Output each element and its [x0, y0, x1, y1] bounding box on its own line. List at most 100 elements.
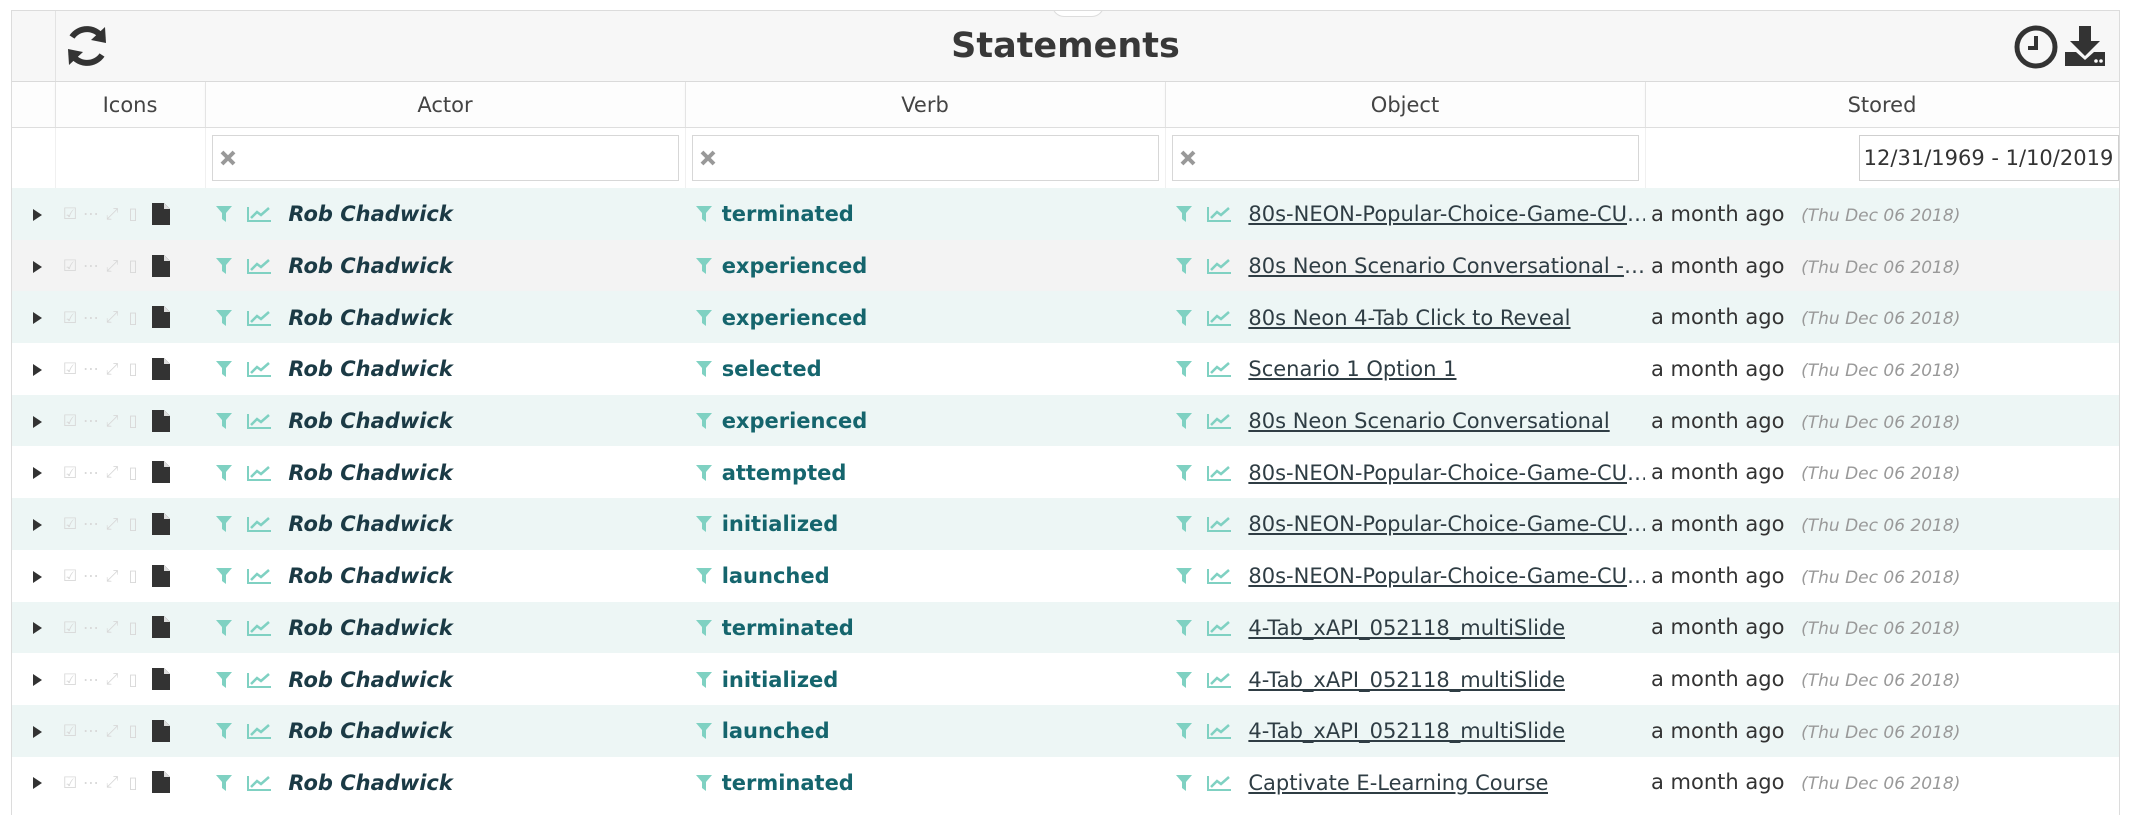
clipboard-icon[interactable]: ▯: [124, 463, 142, 482]
filter-icon[interactable]: [1175, 309, 1193, 327]
header-verb[interactable]: Verb: [685, 82, 1166, 128]
filter-icon[interactable]: [1175, 464, 1193, 482]
expand-arrows-icon[interactable]: ⤢: [103, 566, 121, 586]
object-link[interactable]: Scenario 1 Option 1: [1248, 357, 1456, 381]
more-icon[interactable]: ⋯: [82, 256, 100, 275]
clipboard-icon[interactable]: ▯: [124, 308, 142, 327]
actor-name[interactable]: Rob Chadwick: [288, 564, 452, 588]
more-icon[interactable]: ⋯: [82, 618, 100, 637]
expand-arrows-icon[interactable]: ⤢: [103, 772, 121, 792]
actor-name[interactable]: Rob Chadwick: [288, 668, 452, 692]
header-object[interactable]: Object: [1165, 82, 1646, 128]
more-icon[interactable]: ⋯: [82, 670, 100, 689]
filter-icon[interactable]: [215, 774, 233, 792]
object-link[interactable]: 80s Neon 4-Tab Click to Reveal: [1248, 306, 1570, 330]
verb-label[interactable]: attempted: [722, 461, 847, 485]
chart-line-icon[interactable]: [1206, 567, 1232, 585]
document-icon[interactable]: [151, 615, 171, 639]
filter-icon[interactable]: [695, 464, 713, 482]
chart-line-icon[interactable]: [246, 722, 272, 740]
check-icon[interactable]: ☑: [61, 463, 79, 482]
table-row[interactable]: ☑ ⋯ ⤢ ▯ Rob Chadwick experienced 80s Neo…: [12, 291, 2119, 344]
filter-icon[interactable]: [1175, 567, 1193, 585]
filter-icon[interactable]: [215, 205, 233, 223]
object-link[interactable]: 4-Tab_xAPI_052118_multiSlide: [1248, 616, 1565, 640]
clipboard-icon[interactable]: ▯: [124, 618, 142, 637]
expand-arrows-icon[interactable]: ⤢: [103, 204, 121, 224]
expand-arrows-icon[interactable]: ⤢: [103, 411, 121, 431]
expand-arrows-icon[interactable]: ⤢: [103, 256, 121, 276]
check-icon[interactable]: ☑: [61, 670, 79, 689]
check-icon[interactable]: ☑: [61, 721, 79, 740]
filter-icon[interactable]: [695, 205, 713, 223]
clipboard-icon[interactable]: ▯: [124, 411, 142, 430]
filter-icon[interactable]: [695, 515, 713, 533]
check-icon[interactable]: ☑: [61, 514, 79, 533]
verb-label[interactable]: initialized: [722, 512, 839, 536]
check-icon[interactable]: ☑: [61, 566, 79, 585]
object-link[interactable]: Captivate E-Learning Course: [1248, 771, 1548, 795]
filter-icon[interactable]: [215, 515, 233, 533]
filter-icon[interactable]: [215, 464, 233, 482]
filter-icon[interactable]: [215, 619, 233, 637]
document-icon[interactable]: [151, 512, 171, 536]
object-link[interactable]: 80s Neon Scenario Conversational: [1248, 409, 1609, 433]
verb-label[interactable]: terminated: [722, 616, 854, 640]
filter-icon[interactable]: [695, 671, 713, 689]
more-icon[interactable]: ⋯: [82, 359, 100, 378]
chart-line-icon[interactable]: [246, 205, 272, 223]
chart-line-icon[interactable]: [1206, 619, 1232, 637]
expand-arrows-icon[interactable]: ⤢: [103, 307, 121, 327]
filter-icon[interactable]: [1175, 360, 1193, 378]
filter-icon[interactable]: [215, 309, 233, 327]
table-row[interactable]: ☑ ⋯ ⤢ ▯ Rob Chadwick terminated Captivat…: [12, 756, 2119, 809]
check-icon[interactable]: ☑: [61, 359, 79, 378]
filter-icon[interactable]: [695, 567, 713, 585]
expand-icon[interactable]: [33, 363, 42, 376]
expand-icon[interactable]: [33, 725, 42, 738]
check-icon[interactable]: ☑: [61, 773, 79, 792]
chart-line-icon[interactable]: [1206, 515, 1232, 533]
clipboard-icon[interactable]: ▯: [124, 566, 142, 585]
filter-icon[interactable]: [1175, 412, 1193, 430]
chart-line-icon[interactable]: [1206, 464, 1232, 482]
expand-arrows-icon[interactable]: ⤢: [103, 669, 121, 689]
actor-name[interactable]: Rob Chadwick: [288, 512, 452, 536]
more-icon[interactable]: ⋯: [82, 721, 100, 740]
clock-icon[interactable]: [2013, 24, 2059, 70]
document-icon[interactable]: [151, 564, 171, 588]
filter-icon[interactable]: [695, 309, 713, 327]
chart-line-icon[interactable]: [246, 774, 272, 792]
verb-label[interactable]: initialized: [722, 668, 839, 692]
chart-line-icon[interactable]: [1206, 774, 1232, 792]
check-icon[interactable]: ☑: [61, 204, 79, 223]
verb-label[interactable]: experienced: [722, 254, 868, 278]
document-icon[interactable]: [151, 667, 171, 691]
actor-name[interactable]: Rob Chadwick: [288, 357, 452, 381]
filter-icon[interactable]: [215, 722, 233, 740]
clipboard-icon[interactable]: ▯: [124, 256, 142, 275]
clear-icon[interactable]: [218, 146, 238, 170]
table-row[interactable]: ☑ ⋯ ⤢ ▯ Rob Chadwick initialized 80s-NEO…: [12, 498, 2119, 550]
filter-icon[interactable]: [1175, 774, 1193, 792]
more-icon[interactable]: ⋯: [82, 308, 100, 327]
chart-line-icon[interactable]: [246, 257, 272, 275]
expand-icon[interactable]: [33, 208, 42, 221]
expand-icon[interactable]: [33, 777, 42, 790]
object-filter-input[interactable]: [1171, 135, 1639, 181]
verb-label[interactable]: terminated: [722, 771, 854, 795]
object-link[interactable]: 4-Tab_xAPI_052118_multiSlide: [1248, 719, 1565, 743]
object-link[interactable]: 80s Neon Scenario Conversational - Sce..…: [1248, 254, 1645, 278]
expand-icon[interactable]: [33, 570, 42, 583]
actor-name[interactable]: Rob Chadwick: [288, 254, 452, 278]
expand-icon[interactable]: [33, 518, 42, 531]
expand-icon[interactable]: [33, 622, 42, 635]
chart-line-icon[interactable]: [246, 619, 272, 637]
object-link[interactable]: 80s-NEON-Popular-Choice-Game-CUST...: [1248, 564, 1645, 588]
chart-line-icon[interactable]: [1206, 360, 1232, 378]
actor-name[interactable]: Rob Chadwick: [288, 461, 452, 485]
more-icon[interactable]: ⋯: [82, 204, 100, 223]
filter-icon[interactable]: [695, 619, 713, 637]
chart-line-icon[interactable]: [1206, 205, 1232, 223]
verb-filter-input[interactable]: [691, 135, 1159, 181]
